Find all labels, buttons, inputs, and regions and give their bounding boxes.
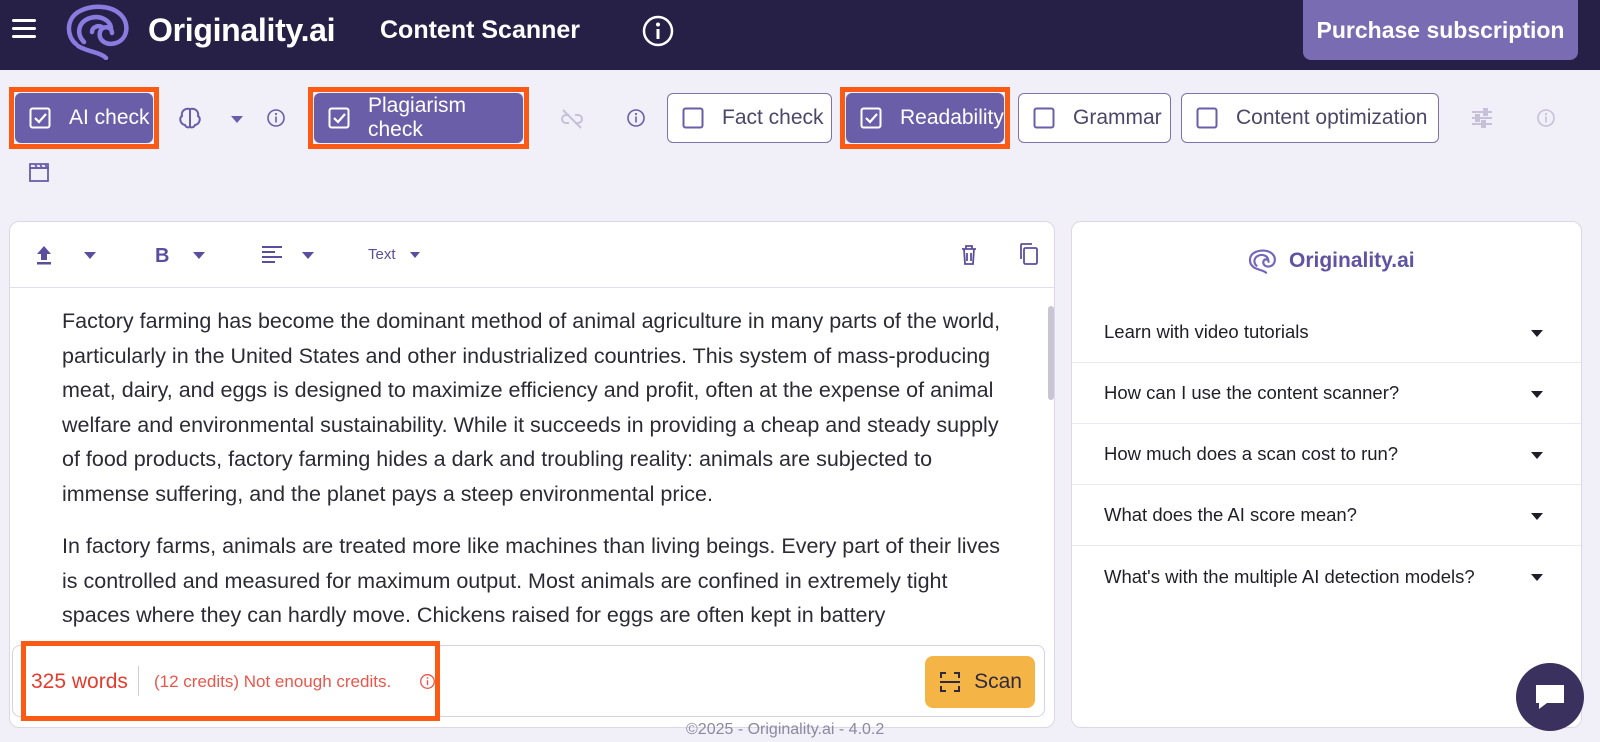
brain-logo-icon: [1248, 249, 1276, 274]
word-count: 325 words: [31, 670, 128, 693]
copyright: ©2025 - Originality.ai - 4.0.2: [686, 721, 885, 738]
align-left-icon[interactable]: [261, 245, 283, 265]
checkbox-checked-icon: [29, 107, 51, 129]
chat-button[interactable]: [1516, 663, 1584, 731]
faq-question: What's with the multiple AI detection mo…: [1104, 565, 1475, 587]
checkbox-checked-icon: [860, 107, 882, 129]
menu-icon[interactable]: [12, 19, 36, 39]
editor-content[interactable]: Factory farming has become the dominant …: [62, 304, 1012, 651]
link-off-icon[interactable]: [559, 106, 585, 132]
faq-item[interactable]: How much does a scan cost to run?: [1072, 424, 1581, 485]
chevron-down-icon[interactable]: [410, 252, 420, 258]
checkbox-empty-icon: [1033, 107, 1055, 129]
svg-text:B: B: [155, 245, 169, 266]
chevron-down-icon[interactable]: [231, 116, 243, 123]
ai-check-toggle[interactable]: AI check: [15, 93, 153, 143]
divider: [138, 666, 139, 696]
format-select[interactable]: Text: [368, 246, 396, 263]
chevron-down-icon[interactable]: [302, 252, 314, 259]
content-optimization-toggle[interactable]: Content optimization: [1181, 93, 1439, 143]
info-icon[interactable]: [642, 15, 674, 47]
faq-item[interactable]: How can I use the content scanner?: [1072, 363, 1581, 424]
info-icon[interactable]: [266, 108, 286, 128]
panel-brand: Originality.ai: [1247, 248, 1415, 274]
scan-footer: 325 words (12 credits) Not enough credit…: [12, 645, 1045, 717]
readability-label: Readability: [900, 106, 1004, 129]
info-icon[interactable]: [419, 673, 436, 690]
purchase-subscription-button[interactable]: Purchase subscription: [1303, 0, 1578, 60]
faq-question: How much does a scan cost to run?: [1104, 443, 1399, 464]
faq-item[interactable]: Learn with video tutorials: [1072, 302, 1581, 363]
content-optimization-label: Content optimization: [1236, 106, 1428, 129]
grammar-toggle[interactable]: Grammar: [1018, 93, 1171, 143]
scan-icon: [940, 672, 961, 692]
chevron-down-icon: [1531, 330, 1543, 337]
page-title: Content Scanner: [380, 16, 581, 44]
brand-name: Originality.ai: [148, 12, 336, 48]
paragraph: In factory farms, animals are treated mo…: [62, 534, 1001, 627]
chevron-down-icon: [1531, 513, 1543, 520]
fact-check-toggle[interactable]: Fact check: [667, 93, 832, 143]
fact-check-label: Fact check: [722, 106, 824, 129]
chevron-down-icon: [1531, 452, 1543, 459]
plagiarism-check-toggle[interactable]: Plagiarism check: [314, 93, 523, 143]
credits-warning: (12 credits) Not enough credits.: [154, 672, 392, 691]
trash-icon[interactable]: [960, 244, 978, 266]
brain-model-icon[interactable]: [177, 105, 203, 131]
brain-logo-icon: [66, 4, 129, 60]
faq-item[interactable]: What's with the multiple AI detection mo…: [1072, 546, 1581, 607]
scan-button[interactable]: Scan: [925, 656, 1035, 708]
faq-item[interactable]: What does the AI score mean?: [1072, 485, 1581, 546]
chevron-down-icon: [1531, 391, 1543, 398]
top-bar: Originality.ai Content Scanner Purchase …: [0, 0, 1600, 70]
scan-label: Scan: [974, 670, 1022, 693]
paragraph: Factory farming has become the dominant …: [62, 309, 1001, 506]
plagiarism-check-label: Plagiarism check: [368, 94, 467, 141]
chevron-down-icon: [1531, 574, 1543, 581]
panel-brand-name: Originality.ai: [1289, 249, 1415, 272]
faq-question: Learn with video tutorials: [1104, 321, 1309, 342]
chevron-down-icon[interactable]: [193, 252, 205, 259]
faq-question: What does the AI score mean?: [1104, 504, 1357, 525]
clapperboard-icon[interactable]: [28, 161, 50, 183]
bold-icon[interactable]: B: [153, 244, 171, 266]
editor-toolbar: B Text: [10, 222, 1054, 288]
scrollbar[interactable]: [1046, 288, 1054, 648]
help-panel: Originality.ai Learn with video tutorial…: [1071, 221, 1582, 728]
sliders-icon[interactable]: [1469, 105, 1495, 131]
chat-icon: [1536, 685, 1564, 709]
ai-check-label: AI check: [69, 106, 150, 129]
readability-toggle[interactable]: Readability: [846, 93, 1004, 143]
chevron-down-icon[interactable]: [84, 252, 96, 259]
scrollbar-thumb[interactable]: [1048, 306, 1054, 400]
upload-icon[interactable]: [34, 244, 54, 266]
checkbox-empty-icon: [682, 107, 704, 129]
checkbox-empty-icon: [1196, 107, 1218, 129]
checkbox-checked-icon: [328, 107, 350, 129]
info-icon[interactable]: [1536, 108, 1556, 128]
info-icon[interactable]: [626, 108, 646, 128]
faq-question: How can I use the content scanner?: [1104, 382, 1400, 403]
copy-icon[interactable]: [1018, 242, 1040, 266]
grammar-label: Grammar: [1073, 106, 1162, 129]
